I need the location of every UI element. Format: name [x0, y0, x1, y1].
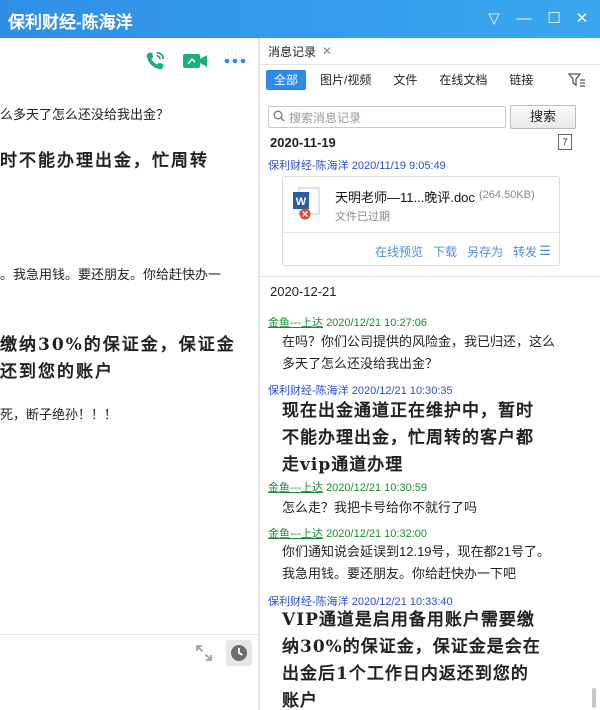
calendar-icon[interactable]: 7 [558, 134, 572, 150]
chat-pane: 么多天了怎么还没给我出金？ 时不能办理出金，忙周转 。我急用钱。要还朋友。你给赶… [0, 38, 258, 710]
tab-label: 消息记录 [268, 44, 317, 59]
more-icon[interactable] [222, 48, 248, 74]
message-text: 你们通知说会延误到12.19号，现在都21号了。 我急用钱。要还朋友。你给赶快办… [282, 544, 550, 581]
video-icon[interactable] [182, 48, 208, 74]
title-bar: 保利财经-陈海洋 ▽ — ☐ ✕ [0, 0, 600, 38]
word-file-icon: W [293, 187, 320, 220]
window-title: 保利财经-陈海洋 [8, 13, 133, 32]
message-sender: 金鱼---上达 2020/12/21 10:27:06 [268, 317, 427, 329]
section-divider [260, 276, 600, 277]
phone-icon[interactable] [142, 48, 168, 74]
file-status: 文件已过期 [335, 211, 390, 223]
filter-online-docs[interactable]: 在线文档 [431, 70, 495, 90]
chat-toolbar [142, 48, 248, 74]
file-actions: 在线预览 下载 另存为 转发 [375, 243, 537, 260]
close-tab-icon[interactable]: ✕ [322, 44, 332, 58]
filter-files[interactable]: 文件 [385, 70, 425, 90]
filter-bar: 全部 图片/视频 文件 在线文档 链接 [266, 70, 547, 90]
file-card-divider [283, 232, 559, 233]
chat-message-text: 死，断子绝孙！！！ [0, 407, 118, 422]
message-sender: 保利财经-陈海洋 2020/12/21 10:30:35 [268, 385, 453, 397]
tab-message-history[interactable]: 消息记录 ✕ [260, 38, 341, 66]
download-link[interactable]: 下载 [433, 243, 457, 260]
scrollbar[interactable] [592, 688, 596, 708]
save-as-link[interactable]: 另存为 [467, 243, 503, 260]
history-clock-icon[interactable] [226, 640, 252, 666]
message-sender: 保利财经-陈海洋 2020/11/19 9:05:49 [268, 160, 446, 172]
search-placeholder: 搜索消息记录 [289, 110, 362, 125]
minimize-button[interactable]: — [512, 6, 536, 30]
search-input[interactable]: 搜索消息记录 [268, 106, 506, 128]
preview-online-link[interactable]: 在线预览 [375, 243, 423, 260]
file-card[interactable]: W 天明老师—11...晚评.doc (264.50KB) 文件已过期 在线预览… [282, 176, 560, 266]
date-header: 2020-12-21 [270, 284, 337, 299]
close-button[interactable]: ✕ [570, 6, 594, 30]
file-size: (264.50KB) [479, 189, 535, 201]
file-name: 天明老师—11...晚评.doc [335, 190, 475, 205]
maximize-button[interactable]: ☐ [542, 6, 566, 30]
chat-message-text: 缴纳30%的保证金，保证金 [0, 335, 236, 355]
message-sender: 金鱼---上达 2020/12/21 10:30:59 [268, 482, 427, 494]
message-text: 在吗？你们公司提供的风险金，我已归还，这么 多天了怎么还没给我出金？ [282, 334, 556, 371]
message-history-panel: 消息记录 ✕ 全部 图片/视频 文件 在线文档 链接 搜索消息记录 搜索 202… [260, 38, 600, 710]
chat-message-text: 时不能办理出金，忙周转 [0, 151, 209, 171]
search-button[interactable]: 搜索 [510, 105, 576, 129]
input-divider [0, 634, 258, 635]
filter-links[interactable]: 链接 [501, 70, 541, 90]
expand-icon[interactable] [194, 643, 214, 663]
filter-all[interactable]: 全部 [266, 70, 307, 90]
tab-divider [260, 64, 600, 65]
message-sender: 金鱼---上达 2020/12/21 10:32:00 [268, 528, 427, 540]
forward-link[interactable]: 转发 [513, 243, 537, 260]
chat-message-text: 。我急用钱。要还朋友。你给赶快办一 [0, 267, 222, 282]
sort-down-icon[interactable]: ▽ [482, 6, 506, 30]
svg-text:W: W [296, 196, 307, 208]
search-icon [273, 110, 285, 125]
filter-images-videos[interactable]: 图片/视频 [312, 70, 379, 90]
message-text: 现在出金通道正在维护中，暂时 不能办理出金，忙周转的客户都 走vip通道办理 [282, 401, 534, 475]
filter-icon[interactable] [567, 72, 586, 88]
chat-message-text: 么多天了怎么还没给我出金？ [0, 107, 170, 122]
message-text: 怎么走？我把卡号给你不就行了吗 [282, 500, 478, 515]
message-text: VIP通道是启用备用账户需要缴 纳30%的保证金，保证金是会在 出金后1个工作日… [282, 610, 541, 710]
chat-message-text: 还到您的账户 [0, 362, 114, 382]
menu-icon[interactable]: ☰ [539, 243, 551, 259]
date-header: 2020-11-19 [270, 135, 336, 150]
